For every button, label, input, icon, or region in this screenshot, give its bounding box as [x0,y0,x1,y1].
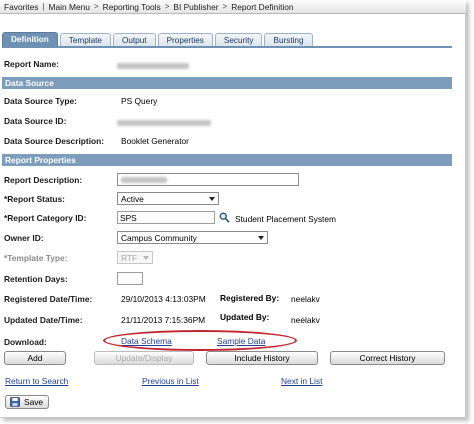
add-button[interactable]: Add [4,351,66,365]
data-source-id-label: Data Source ID: [4,116,67,126]
report-description-input[interactable] [117,173,299,186]
chevron-down-icon [209,197,215,201]
template-type-select: RTF [117,251,153,264]
data-source-type-label: Data Source Type: [4,96,77,106]
data-source-description-label: Data Source Description: [4,136,105,146]
registered-by-value: neelakv [291,294,320,304]
retention-days-label: Retention Days: [4,274,68,284]
data-source-type-value: PS Query [121,96,158,106]
save-icon [10,397,20,407]
report-category-label: *Report Category ID: [4,213,87,223]
owner-id-value: Campus Community [121,232,197,243]
report-status-select[interactable]: Active [117,192,219,205]
search-icon[interactable] [219,212,230,223]
owner-id-select[interactable]: Campus Community [117,231,268,244]
breadcrumb-favorites[interactable]: Favorites [4,2,38,12]
save-label: Save [24,397,44,407]
tab-underline [2,46,452,48]
retention-days-input[interactable] [117,272,143,285]
chevron-down-icon [143,256,149,260]
report-category-input[interactable] [117,211,215,224]
data-source-section-header: Data Source [2,77,452,89]
report-definition-window: Favorites | Main Menu > Reporting Tools … [0,0,466,418]
chevron-down-icon [258,236,264,240]
correct-history-button[interactable]: Correct History [330,351,445,365]
save-button[interactable]: Save [5,395,49,409]
breadcrumb-chevron-icon: > [93,2,99,11]
data-source-description-value: Booklet Generator [121,136,189,146]
next-in-list-link[interactable]: Next in List [281,376,322,386]
tab-properties[interactable]: Properties [157,33,213,46]
template-type-label: *Template Type: [4,253,68,263]
return-to-search-link[interactable]: Return to Search [5,376,68,386]
report-name-value [117,61,189,71]
updated-date-value: 21/11/2013 7:15:36PM [121,315,206,325]
breadcrumb-main-menu[interactable]: Main Menu [49,2,90,12]
registered-date-value: 29/10/2013 4:13:03PM [121,294,206,304]
report-properties-section-header: Report Properties [2,154,452,166]
tab-security[interactable]: Security [214,33,263,46]
registered-date-label: Registered Date/Time: [4,294,93,304]
updated-by-label: Updated By: [220,312,270,322]
report-name-label: Report Name: [4,59,59,69]
data-source-id-value [117,118,211,128]
report-status-label: *Report Status: [4,194,65,204]
breadcrumb-separator-icon: | [42,2,45,11]
tab-output[interactable]: Output [112,33,156,46]
owner-id-label: Owner ID: [4,233,44,243]
template-type-value: RTF [121,252,138,263]
report-name-row: Report Name: [4,58,59,70]
tab-bar: Definition Template Output Properties Se… [2,32,315,46]
download-label: Download: [4,337,47,347]
report-status-value: Active [121,193,144,204]
breadcrumb: Favorites | Main Menu > Reporting Tools … [0,0,466,14]
include-history-button[interactable]: Include History [206,351,318,365]
tab-definition[interactable]: Definition [2,32,58,46]
report-category-description: Student Placement System [235,214,337,224]
tab-template[interactable]: Template [59,33,111,46]
breadcrumb-chevron-icon: > [222,2,228,11]
breadcrumb-reporting-tools[interactable]: Reporting Tools [103,2,161,12]
breadcrumb-report-definition: Report Definition [231,1,294,12]
report-description-label: Report Description: [4,175,83,185]
breadcrumb-chevron-icon: > [164,2,170,11]
breadcrumb-bi-publisher[interactable]: BI Publisher [173,2,218,12]
download-highlight-ellipse [103,330,297,351]
updated-by-value: neelakv [291,315,320,325]
updated-date-label: Updated Date/Time: [4,315,83,325]
update-display-button: Update/Display [94,351,194,365]
previous-in-list-link[interactable]: Previous in List [142,376,199,386]
tab-bursting[interactable]: Bursting [264,33,313,46]
registered-by-label: Registered By: [220,293,280,303]
